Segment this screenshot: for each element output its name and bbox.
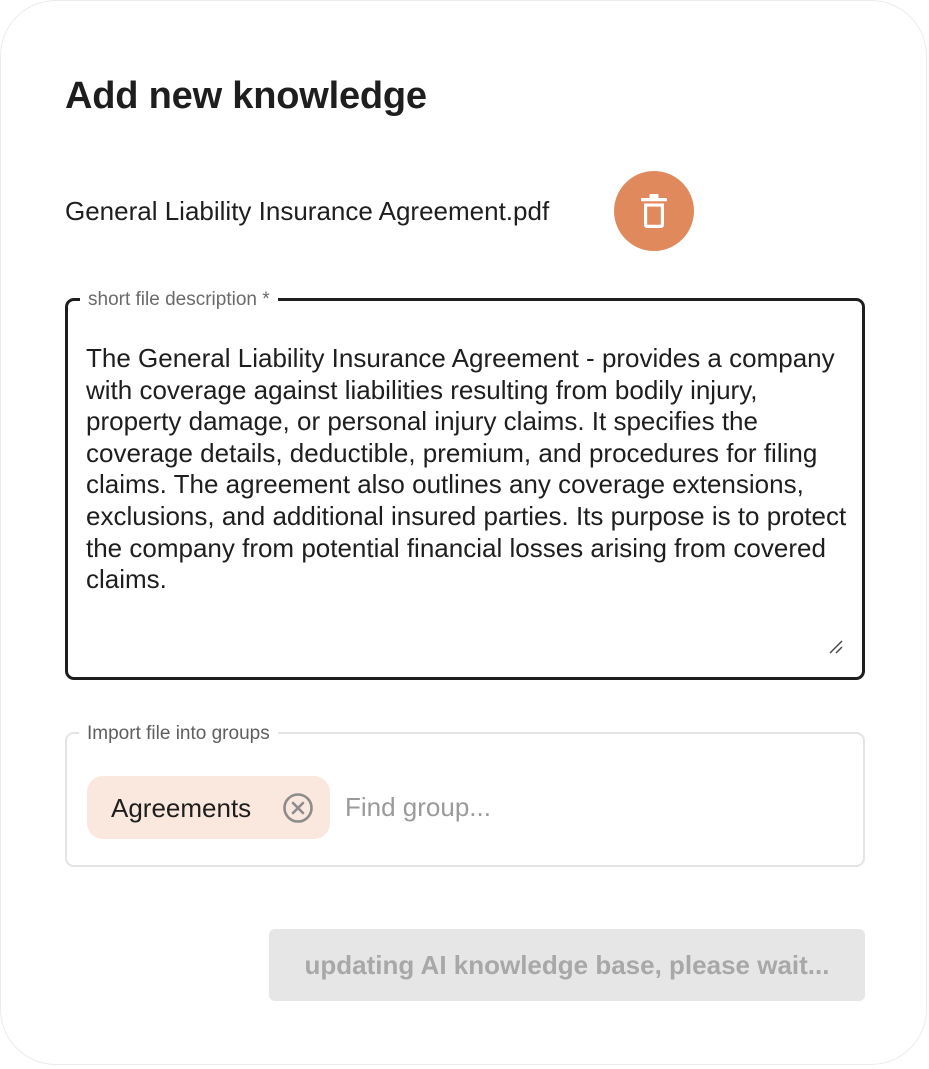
description-label: short file description * — [80, 288, 278, 312]
add-knowledge-dialog: Add new knowledge General Liability Insu… — [0, 0, 927, 1065]
groups-label: Import file into groups — [79, 722, 278, 746]
description-field[interactable]: short file description * The General Lia… — [65, 288, 865, 680]
submit-button[interactable]: updating AI knowledge base, please wait.… — [269, 929, 865, 1001]
file-row: General Liability Insurance Agreement.pd… — [65, 171, 694, 251]
group-search-input[interactable] — [345, 784, 825, 830]
close-circle-icon[interactable] — [282, 792, 314, 824]
file-name: General Liability Insurance Agreement.pd… — [65, 196, 550, 226]
description-textarea[interactable]: The General Liability Insurance Agreemen… — [86, 343, 856, 596]
group-chip-label: Agreements — [111, 792, 252, 823]
dialog-title: Add new knowledge — [65, 75, 427, 117]
group-chip[interactable]: Agreements — [87, 776, 330, 839]
groups-field: Import file into groups Agreements — [65, 722, 865, 867]
trash-icon — [641, 194, 667, 228]
resize-handle-icon[interactable] — [828, 639, 844, 655]
delete-file-button[interactable] — [614, 171, 694, 251]
